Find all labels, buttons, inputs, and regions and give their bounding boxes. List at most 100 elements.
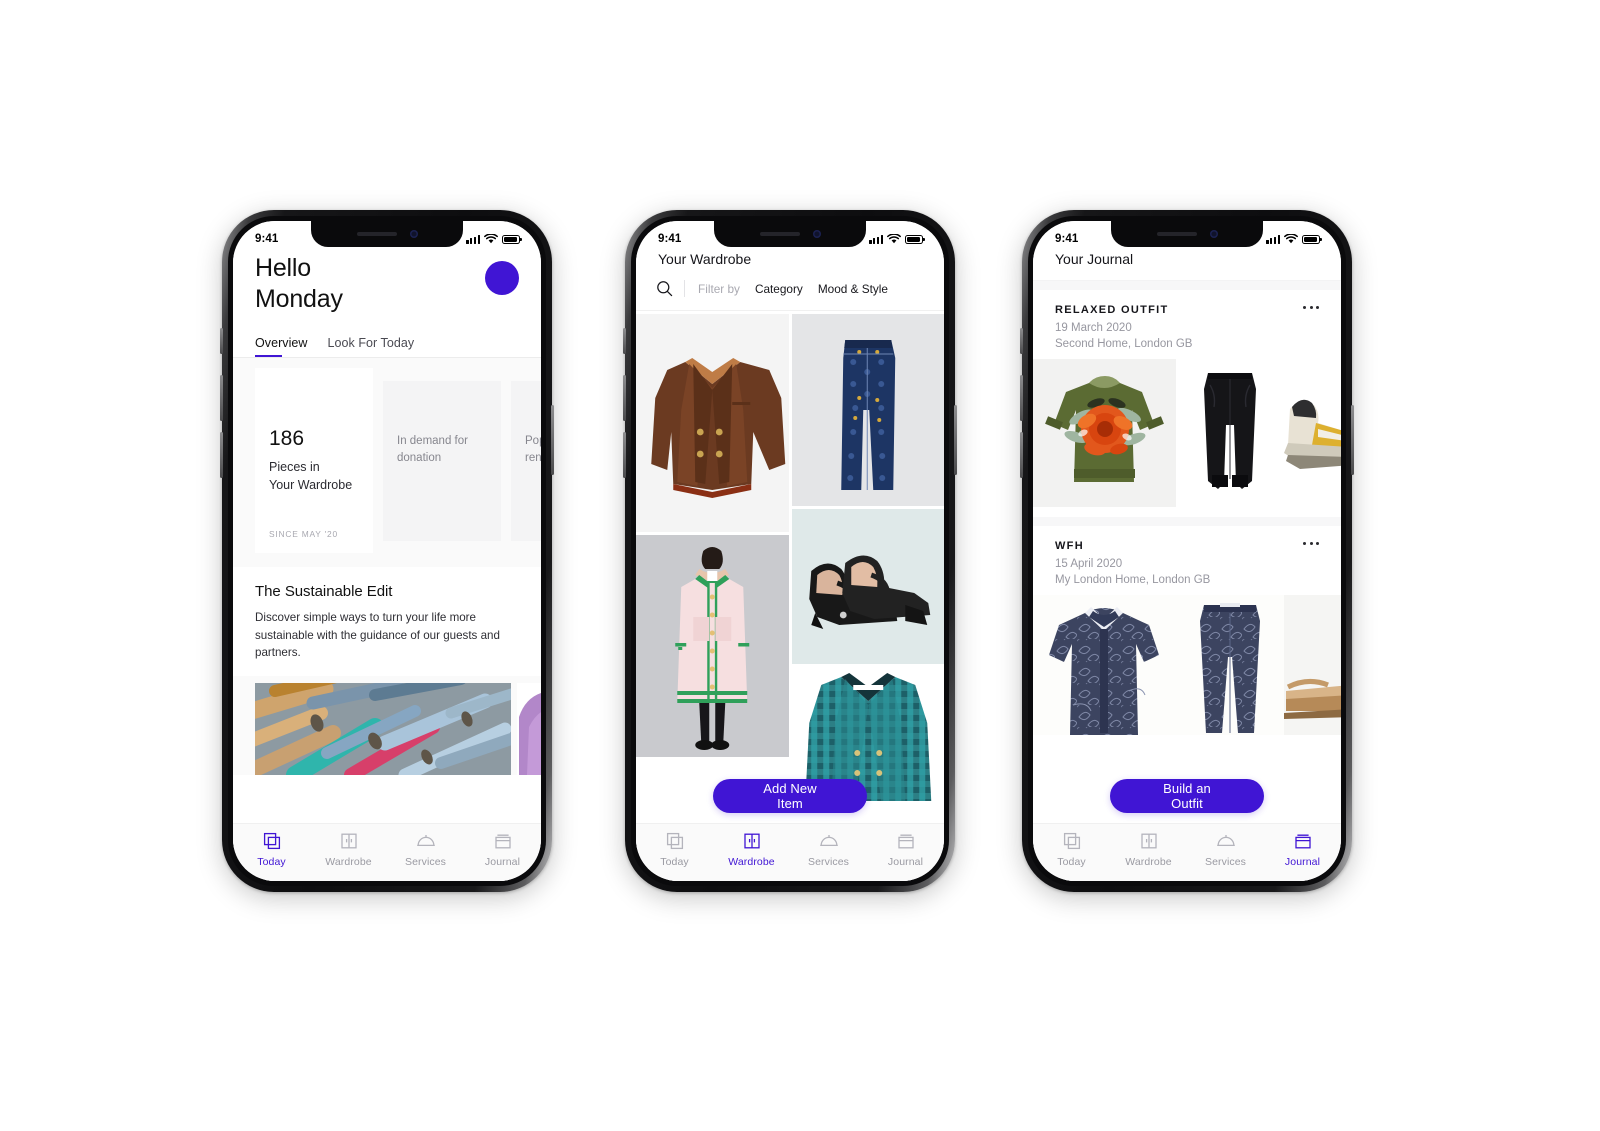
mute-switch[interactable] [623,328,626,354]
purple-knit-photo[interactable] [517,682,541,775]
tab-bar: Today Wardrobe Services Journal [636,823,944,881]
mute-switch[interactable] [220,328,223,354]
entry-date: 15 April 2020 [1055,558,1123,570]
volume-up-button[interactable] [220,375,223,421]
brown-blazer-art [651,358,786,498]
tab-label: Today [1057,856,1086,868]
journal-entry-relaxed-outfit[interactable]: RELAXED OUTFIT 19 March 2020 Second Home… [1033,290,1341,517]
tab-label: Wardrobe [1125,856,1172,868]
black-mary-jane-heels-item[interactable] [791,509,944,664]
filter-divider [684,280,685,297]
tab-journal[interactable]: Journal [867,831,944,868]
tab-wardrobe[interactable]: Wardrobe [713,831,790,868]
avatar[interactable] [485,261,519,295]
wardrobe-closet-icon [340,833,357,849]
volume-down-button[interactable] [220,432,223,478]
notch [311,221,463,247]
status-time: 9:41 [658,233,682,245]
services-bell-icon [1216,835,1235,847]
front-camera-icon [1209,230,1218,238]
more-options-icon[interactable] [1303,306,1319,309]
filter-option-category[interactable]: Category [755,282,803,296]
journal-entry-wfh[interactable]: WFH 15 April 2020 My London Home, London… [1033,526,1341,745]
power-button[interactable] [551,405,554,475]
tab-label: Today [660,856,689,868]
today-squares-icon [1063,832,1080,850]
phone1-screen: 9:41 Hello Monday Overview Look For Toda… [233,221,541,881]
phone-bezel: 9:41 Your Journal RELAXED OUTFIT 19 Marc… [1028,216,1346,886]
pink-green-trim-coat-item[interactable] [636,535,789,757]
entry-date: 19 March 2020 [1055,322,1132,334]
tab-services[interactable]: Services [1187,831,1264,868]
volume-up-button[interactable] [623,375,626,421]
volume-down-button[interactable] [623,432,626,478]
tab-services[interactable]: Services [790,831,867,868]
wardrobe-closet-icon [1140,833,1157,849]
tab-look-for-today[interactable]: Look For Today [328,336,415,357]
tab-journal[interactable]: Journal [464,831,541,868]
stat-footnote: SINCE MAY '20 [269,529,338,539]
entry-items-row[interactable] [1033,359,1341,517]
tan-sandal-item[interactable] [1284,595,1341,735]
more-options-icon[interactable] [1303,542,1319,545]
pink-green-trim-coat-art [637,535,788,757]
blue-printed-trousers-item[interactable] [791,314,944,506]
stats-carousel[interactable]: 186 Pieces in Your Wardrobe SINCE MAY '2… [233,358,541,567]
volume-down-button[interactable] [1020,432,1023,478]
tab-today[interactable]: Today [636,831,713,868]
add-new-item-button[interactable]: Add New Item [713,779,867,813]
phone-bezel: 9:41 Hello Monday Overview Look For Toda… [228,216,546,886]
stat-card-wardrobe-count[interactable]: 186 Pieces in Your Wardrobe SINCE MAY '2… [255,368,373,553]
tab-today[interactable]: Today [1033,831,1110,868]
earpiece-speaker [759,232,800,236]
blue-printed-trousers-art [792,314,943,506]
entry-location: My London Home, London GB [1055,574,1211,586]
volume-up-button[interactable] [1020,375,1023,421]
black-tapered-trousers-item[interactable] [1176,359,1284,507]
beige-sneaker-item[interactable] [1284,359,1341,507]
beige-sneaker-art [1284,359,1341,507]
tan-sandal-art [1284,595,1341,735]
phone-device-today: 9:41 Hello Monday Overview Look For Toda… [220,210,554,892]
edit-image-strip[interactable] [233,675,541,775]
tab-label: Services [404,856,447,868]
power-button[interactable] [954,405,957,475]
entry-items-row[interactable] [1033,595,1341,745]
brown-blazer-item[interactable] [636,314,789,532]
purple-knit-art [517,682,541,775]
today-body: Hello Monday Overview Look For Today 186… [233,221,541,881]
journal-separator [1033,281,1341,290]
filter-option-mood-style[interactable]: Mood & Style [818,282,888,296]
yarn-spools-photo[interactable] [255,682,511,775]
tab-journal[interactable]: Journal [1264,831,1341,868]
stat-card-donation[interactable]: In demand for donation [383,380,501,541]
build-an-outfit-button[interactable]: Build an Outfit [1110,779,1264,813]
navy-printed-shirt-item[interactable] [1033,595,1176,735]
stat-desc-line1: Pieces in [269,459,320,474]
navy-printed-shirt-art [1033,595,1176,735]
tab-today[interactable]: Today [233,831,310,868]
stat-desc-line1: Popular [525,434,541,447]
stat-card-rental[interactable]: Popular rental m [511,380,541,541]
tab-wardrobe[interactable]: Wardrobe [1110,831,1187,868]
cellular-bars-icon [466,234,480,244]
entry-location: Second Home, London GB [1055,338,1193,350]
green-floral-sweater-item[interactable] [1033,359,1176,507]
today-tabs: Overview Look For Today [255,336,519,358]
greeting-line-2: Monday [255,284,343,313]
tab-label: Services [1204,856,1247,868]
tab-services[interactable]: Services [387,831,464,868]
power-button[interactable] [1351,405,1354,475]
tab-overview[interactable]: Overview [255,336,308,358]
phone-device-wardrobe: 9:41 Your Wardrobe Filter by Category Mo… [623,210,957,892]
search-icon[interactable] [656,280,673,297]
mute-switch[interactable] [1020,328,1023,354]
earpiece-speaker [1156,232,1197,236]
navy-printed-trousers-item[interactable] [1176,595,1284,735]
battery-icon [502,234,522,244]
phone-bezel: 9:41 Your Wardrobe Filter by Category Mo… [631,216,949,886]
tab-wardrobe[interactable]: Wardrobe [310,831,387,868]
tab-label: Journal [887,856,924,868]
stat-desc-line2: donation [397,451,442,464]
stat-description: Pieces in Your Wardrobe [269,459,359,495]
